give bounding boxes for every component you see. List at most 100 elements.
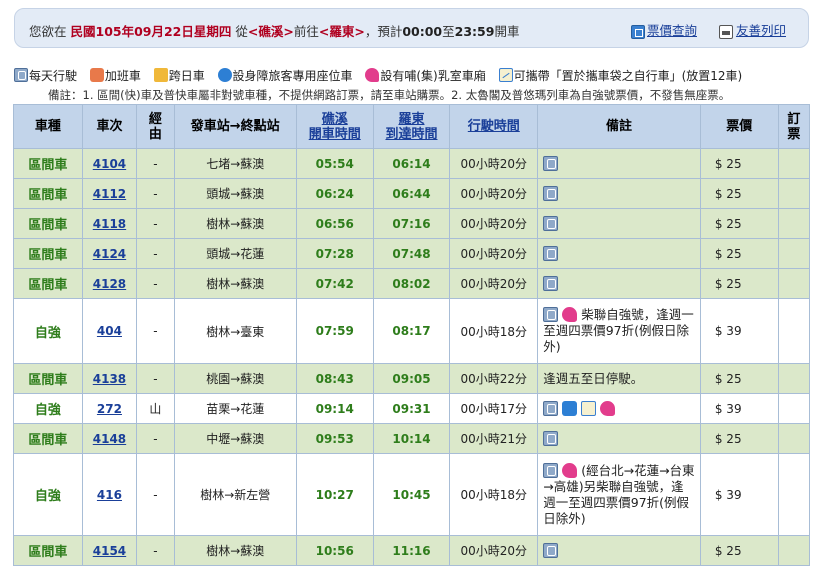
train-type: 區間車 <box>13 268 83 299</box>
departure-time: 09:14 <box>295 393 374 424</box>
col-dep-label: 開車時間 <box>308 126 361 142</box>
via-line: - <box>136 535 175 566</box>
route: 頭城→蘇澳 <box>173 178 297 209</box>
via-line: - <box>136 238 175 269</box>
booking-cell <box>777 298 811 364</box>
bike-icon <box>581 400 597 416</box>
legend-daily: 每天行駛 <box>14 67 77 84</box>
train-number-link[interactable]: 4104 <box>81 148 138 179</box>
fare: $ 25 <box>699 148 779 179</box>
travel-duration: 00小時17分 <box>449 393 539 424</box>
train-number-link[interactable]: 4148 <box>81 423 138 454</box>
col-fare: 票價 <box>699 104 779 149</box>
col-arr-label: 到達時間 <box>385 126 438 142</box>
route: 樹林→新左營 <box>173 453 297 536</box>
row-note: 逢週五至日停駛。 <box>537 363 701 394</box>
booking-cell <box>777 208 811 239</box>
col-booking-l1: 訂 <box>787 111 801 127</box>
print-link[interactable]: 友善列印 <box>718 23 786 39</box>
train-number-link[interactable]: 4138 <box>81 363 138 394</box>
to-label: 前往 <box>293 24 319 39</box>
train-type: 區間車 <box>13 423 83 454</box>
train-number-link[interactable]: 416 <box>81 453 138 536</box>
col-number: 車次 <box>81 104 138 149</box>
daily-icon <box>543 307 559 322</box>
fare-query-link[interactable]: 票價查詢 <box>630 23 697 39</box>
arrival-time: 09:31 <box>372 393 451 424</box>
bike-icon <box>498 68 513 82</box>
route: 樹林→蘇澳 <box>173 535 297 566</box>
train-number-link[interactable]: 4118 <box>81 208 138 239</box>
train-number-link[interactable]: 4112 <box>81 178 138 209</box>
via-line: - <box>136 268 175 299</box>
via-line: - <box>136 148 175 179</box>
train-number-link[interactable]: 404 <box>81 298 138 364</box>
query-summary: 您欲在 民國105年09月22日星期四 從<礁溪>前往<羅東>，預計00:00至… <box>29 21 519 40</box>
booking-cell <box>777 363 811 394</box>
arrival-time: 11:16 <box>372 535 451 566</box>
notice-text: 備註：1. 區間(快)車及普快車屬非對號車種，不提供網路訂票，請至車站購票。2.… <box>48 88 731 102</box>
fare-query-icon <box>630 24 645 39</box>
col-departure[interactable]: 礁溪 開車時間 <box>295 104 374 149</box>
extra-train-icon <box>89 68 104 82</box>
summary-prefix: 您欲在 <box>29 24 67 39</box>
travel-duration: 00小時22分 <box>449 363 539 394</box>
train-number-link[interactable]: 4154 <box>81 535 138 566</box>
time-suffix: 開車 <box>494 24 520 39</box>
via-line: - <box>136 453 175 536</box>
row-note <box>537 178 701 209</box>
arrival-time: 08:17 <box>372 298 451 364</box>
table-row: 自強 272 山苗栗→花蓮 09:14 09:31 00小時17分 $ 39 <box>13 393 811 424</box>
fare: $ 25 <box>699 363 779 394</box>
daily-icon <box>543 275 559 291</box>
table-row: 區間車 4154- 樹林→蘇澳 10:56 11:16 00小時20分 $ 25 <box>13 535 811 566</box>
table-row: 自強 416- 樹林→新左營 10:27 10:45 00小時18分 (經台北→花蓮→台東→… <box>13 453 811 536</box>
departure-time: 07:42 <box>295 268 374 299</box>
route: 樹林→蘇澳 <box>173 268 297 299</box>
table-row: 區間車 4128- 樹林→蘇澳 07:42 08:02 00小時20分 $ 25 <box>13 268 811 299</box>
fare: $ 25 <box>699 535 779 566</box>
query-date: 民國105年09月22日星期四 <box>70 24 232 39</box>
table-row: 自強 404- 樹林→臺東 07:59 08:17 00小時18分 柴聯自強號，逢週一至週四… <box>13 298 811 364</box>
print-label: 友善列印 <box>735 23 786 38</box>
booking-cell <box>777 268 811 299</box>
train-number-link[interactable]: 4128 <box>81 268 138 299</box>
daily-icon <box>543 462 559 478</box>
header-links: 票價查詢 友善列印 <box>613 20 786 39</box>
row-note: 柴聯自強號，逢週一至週四票價97折(例假日除外) <box>537 298 701 364</box>
col-route: 發車站→終點站 <box>173 104 297 149</box>
row-note <box>537 148 701 179</box>
train-type: 區間車 <box>13 208 83 239</box>
departure-time: 07:28 <box>295 238 374 269</box>
arrival-time: 10:45 <box>372 453 451 536</box>
legend-accessible: 設身障旅客專用座位車 <box>217 67 353 84</box>
row-note <box>537 238 701 269</box>
train-type: 區間車 <box>13 148 83 179</box>
train-number-link[interactable]: 4124 <box>81 238 138 269</box>
table-row: 區間車 4112- 頭城→蘇澳 06:24 06:44 00小時20分 $ 25 <box>13 178 811 209</box>
col-dep-station: 礁溪 <box>321 111 348 127</box>
legend-crossday: 跨日車 <box>153 67 205 84</box>
departure-time: 10:27 <box>295 453 374 536</box>
travel-duration: 00小時20分 <box>449 535 539 566</box>
route: 桃園→蘇澳 <box>173 363 297 394</box>
departure-time: 06:24 <box>295 178 374 209</box>
printer-icon <box>718 24 733 39</box>
via-line: - <box>136 363 175 394</box>
arrival-time: 10:14 <box>372 423 451 454</box>
crossday-icon <box>153 68 168 82</box>
via-line: - <box>136 178 175 209</box>
via-line: - <box>136 298 175 364</box>
train-number-link[interactable]: 272 <box>81 393 138 424</box>
departure-time: 10:56 <box>295 535 374 566</box>
row-note <box>537 208 701 239</box>
col-duration-label: 行駛時間 <box>467 119 520 134</box>
legend-bike: 可攜帶「置於攜車袋之自行車」(放置12車) <box>498 67 742 84</box>
col-duration[interactable]: 行駛時間 <box>449 104 539 149</box>
col-arrival[interactable]: 羅東 到達時間 <box>372 104 451 149</box>
nursing-icon <box>562 307 578 322</box>
fare: $ 25 <box>699 208 779 239</box>
travel-duration: 00小時18分 <box>449 453 539 536</box>
row-note: (經台北→花蓮→台東→高雄)另柴聯自強號，逢週一至週四票價97折(例假日除外) <box>537 453 701 536</box>
arrival-time: 08:02 <box>372 268 451 299</box>
